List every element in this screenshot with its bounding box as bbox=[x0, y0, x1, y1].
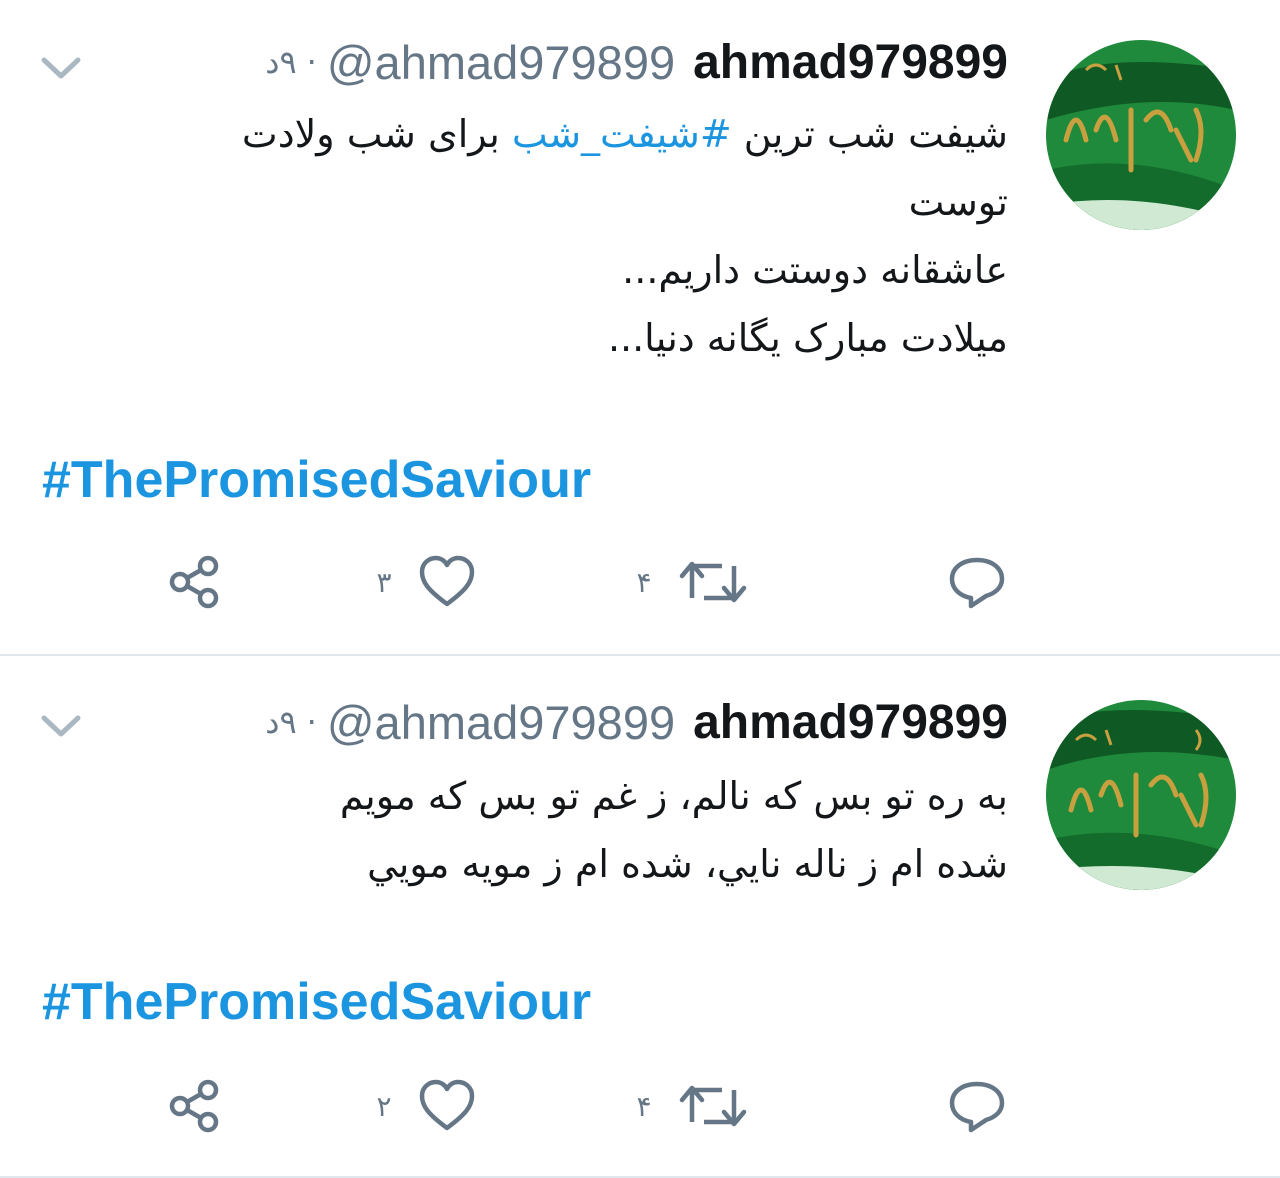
share-icon bbox=[166, 552, 226, 612]
tweet-actions: ۳ ۴ bbox=[0, 552, 1280, 612]
tweet-text-segment: برای شب ولادت bbox=[241, 112, 512, 156]
separator-dot: · bbox=[306, 703, 317, 741]
tweet-text-line: به ره تو بس که نالم، ز غم تو بس که مویم bbox=[339, 774, 1008, 818]
retweet-icon bbox=[678, 554, 748, 610]
chevron-down-icon[interactable] bbox=[38, 50, 84, 86]
like-count: ۳ bbox=[376, 565, 392, 599]
like-count: ۲ bbox=[376, 1089, 392, 1123]
share-button[interactable] bbox=[166, 1076, 226, 1136]
share-icon bbox=[166, 1076, 226, 1136]
retweet-count: ۴ bbox=[636, 565, 652, 599]
user-handle[interactable]: @ahmad979899 bbox=[327, 695, 675, 750]
display-name[interactable]: ahmad979899 bbox=[693, 695, 1008, 750]
tweet-time: ۹د bbox=[265, 703, 297, 741]
retweet-button[interactable]: ۴ bbox=[636, 552, 748, 612]
retweet-icon bbox=[678, 1078, 748, 1134]
hashtag-link[interactable]: #ThePromisedSaviour bbox=[42, 972, 591, 1032]
heart-icon bbox=[418, 1078, 476, 1134]
hashtag-link[interactable]: #شیفت_شب bbox=[512, 112, 732, 156]
reply-icon bbox=[946, 1078, 1008, 1134]
chevron-down-icon[interactable] bbox=[38, 708, 84, 744]
tweet-text-line: عاشقانه دوستت داریم... bbox=[622, 248, 1008, 292]
like-button[interactable]: ۲ bbox=[376, 1076, 476, 1136]
tweet-text: شیفت شب ترین #شیفت_شب برای شب ولادت توست… bbox=[108, 100, 1008, 372]
separator-dot: · bbox=[306, 43, 317, 81]
user-handle[interactable]: @ahmad979899 bbox=[327, 35, 675, 90]
tweet[interactable]: ۹د · @ahmad979899 ahmad979899 به ره تو ب… bbox=[0, 656, 1280, 1178]
tweet-text-segment: شیفت شب ترین bbox=[731, 112, 1008, 156]
like-button[interactable]: ۳ bbox=[376, 552, 476, 612]
reply-button[interactable] bbox=[946, 1076, 1008, 1136]
tweet-text-line: میلادت مبارک یگانه دنیا... bbox=[607, 316, 1008, 360]
tweet-text-line: شیفت شب ترین #شیفت_شب برای شب ولادت bbox=[108, 100, 1008, 168]
avatar[interactable] bbox=[1046, 700, 1236, 890]
retweet-button[interactable]: ۴ bbox=[636, 1076, 748, 1136]
share-button[interactable] bbox=[166, 552, 226, 612]
tweet-text-line: شده ام ز ناله نايي، شده ام ز مويه مويي bbox=[367, 842, 1008, 886]
tweet-header: ۹د · @ahmad979899 ahmad979899 bbox=[265, 32, 1008, 92]
tweet-header: ۹د · @ahmad979899 ahmad979899 bbox=[265, 692, 1008, 752]
retweet-count: ۴ bbox=[636, 1089, 652, 1123]
hashtag-link[interactable]: #ThePromisedSaviour bbox=[42, 450, 591, 510]
reply-button[interactable] bbox=[946, 552, 1008, 612]
reply-icon bbox=[946, 554, 1008, 610]
display-name[interactable]: ahmad979899 bbox=[693, 35, 1008, 90]
tweet-time: ۹د bbox=[265, 43, 297, 81]
avatar[interactable] bbox=[1046, 40, 1236, 230]
tweet-actions: ۲ ۴ bbox=[0, 1076, 1280, 1136]
tweet[interactable]: ۹د · @ahmad979899 ahmad979899 شیفت شب تر… bbox=[0, 0, 1280, 656]
tweet-text: به ره تو بس که نالم، ز غم تو بس که مویم … bbox=[108, 762, 1008, 898]
heart-icon bbox=[418, 554, 476, 610]
tweet-text-line: توست bbox=[908, 180, 1008, 224]
